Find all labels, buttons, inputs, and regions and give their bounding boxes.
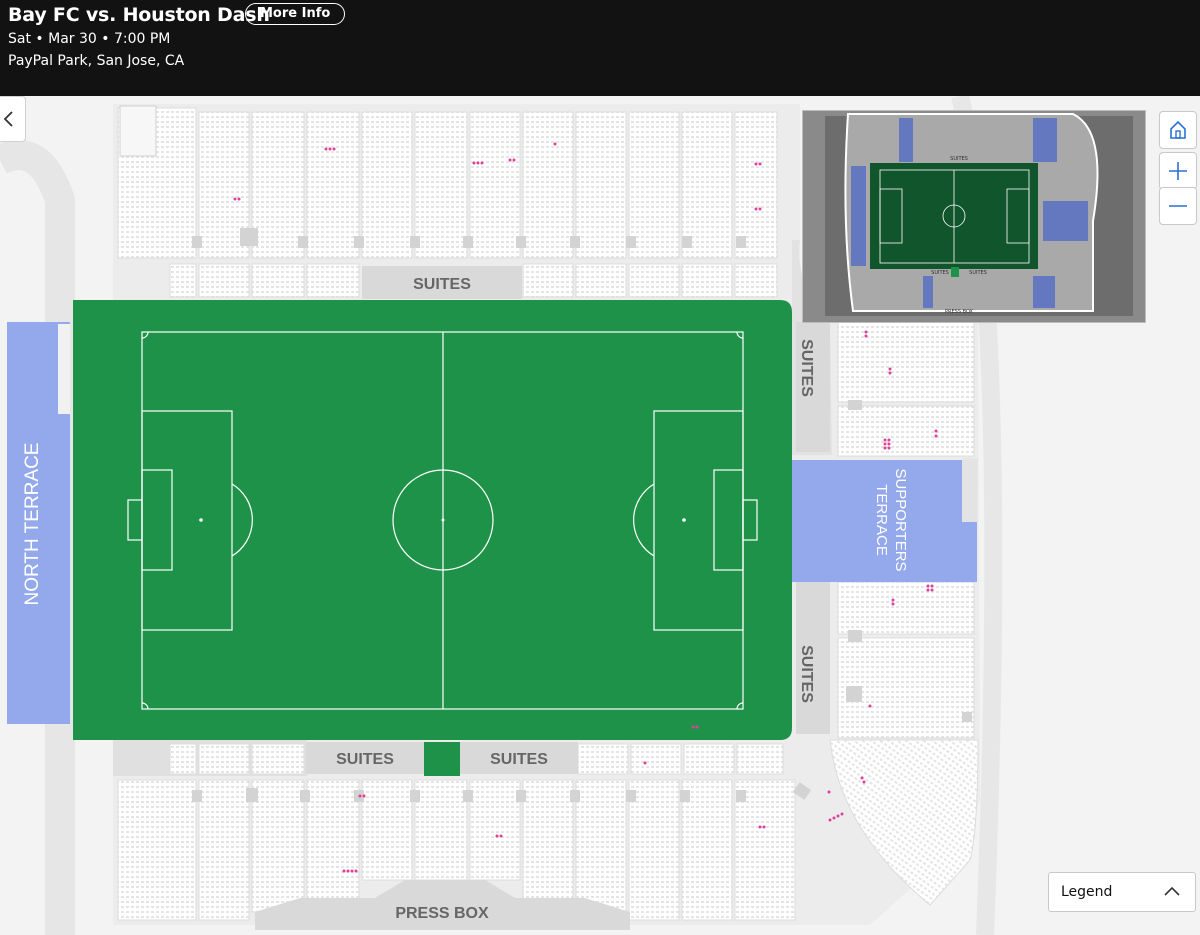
chevron-up-icon (1164, 886, 1180, 896)
legend-label: Legend (1061, 884, 1113, 900)
legend-toggle[interactable]: Legend (1048, 872, 1196, 912)
home-button[interactable] (1159, 111, 1197, 149)
press-box-label: PRESS BOX (395, 905, 489, 922)
back-button[interactable] (0, 96, 26, 142)
event-header: Bay FC vs. Houston Dash More Info Sat • … (0, 0, 1200, 96)
minimap-suites-right-label: SUITES (969, 270, 987, 276)
supporters-terrace-label-1: SUPPORTERS (892, 468, 909, 571)
zoom-out-button[interactable] (1159, 187, 1197, 225)
chevron-left-icon (3, 111, 13, 127)
minimap-suites-left-label: SUITES (931, 270, 949, 276)
supporters-terrace-label-2: TERRACE (873, 484, 890, 556)
zoom-in-button[interactable] (1159, 152, 1197, 190)
event-title: Bay FC vs. Houston Dash (8, 4, 270, 26)
suites-east-upper-label: SUITES (798, 339, 815, 397)
suites-east-lower-label: SUITES (798, 645, 815, 703)
suites-bottom-left-label: SUITES (336, 751, 394, 768)
more-info-button[interactable]: More Info (245, 3, 346, 25)
minimap[interactable]: SUITES SUITES SUITES PRESS BOX (802, 110, 1146, 323)
event-venue: PayPal Park, San Jose, CA (8, 53, 185, 69)
suites-top-label: SUITES (413, 276, 471, 293)
minimap-suites-top-label: SUITES (950, 156, 968, 162)
home-icon (1170, 120, 1186, 139)
pitch (73, 300, 792, 740)
minimap-press-box-label: PRESS BOX (945, 309, 974, 315)
minus-icon (1169, 205, 1187, 207)
event-datetime: Sat • Mar 30 • 7:00 PM (8, 31, 171, 47)
tunnel (424, 742, 460, 776)
plus-icon (1169, 162, 1187, 180)
suites-bottom-right-label: SUITES (490, 751, 548, 768)
north-terrace-label: NORTH TERRACE (22, 443, 43, 606)
